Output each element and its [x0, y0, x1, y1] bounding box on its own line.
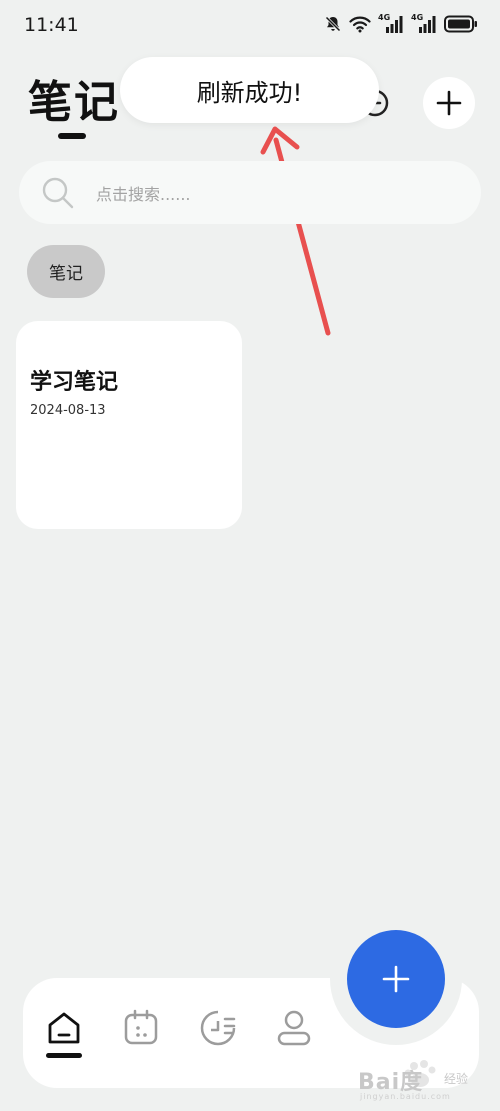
note-card[interactable]: 学习笔记 2024-08-13	[16, 321, 242, 529]
signal-2: 4G	[411, 13, 437, 34]
nav-profile-icon[interactable]	[272, 1006, 316, 1050]
search-icon	[42, 177, 74, 209]
signal-icon	[386, 16, 403, 33]
refresh-toast: 刷新成功!	[120, 57, 379, 123]
category-chip-notes[interactable]: 笔记	[27, 245, 105, 298]
wifi-icon	[349, 16, 371, 33]
add-note-header-button[interactable]	[423, 77, 475, 129]
nav-active-indicator	[46, 1053, 82, 1058]
note-title: 学习笔记	[30, 370, 119, 395]
title-underline	[58, 133, 86, 139]
app-screen: 11:41 4G 4G 笔记 刷新成功! 点击搜索...... 笔记 学习笔记 …	[0, 0, 500, 1111]
signal-1: 4G	[378, 13, 404, 34]
add-note-fab[interactable]	[347, 930, 445, 1028]
signal-icon	[419, 16, 436, 33]
status-bar: 11:41 4G 4G	[0, 0, 500, 52]
nav-home-icon[interactable]	[42, 1006, 86, 1050]
status-icons: 4G 4G	[324, 13, 478, 34]
watermark-sub: 经验	[444, 1072, 469, 1086]
mute-bell-icon	[325, 16, 341, 32]
battery-icon	[444, 15, 477, 33]
page-title: 笔记	[28, 77, 120, 128]
status-time: 11:41	[24, 14, 79, 36]
add-icon	[382, 965, 410, 993]
nav-calendar-icon[interactable]	[119, 1006, 163, 1050]
note-date: 2024-08-13	[30, 403, 106, 418]
add-icon	[436, 90, 462, 116]
watermark-url: jingyan.baidu.com	[360, 1092, 451, 1101]
nav-history-icon[interactable]	[196, 1006, 240, 1050]
search-input[interactable]	[96, 182, 436, 206]
